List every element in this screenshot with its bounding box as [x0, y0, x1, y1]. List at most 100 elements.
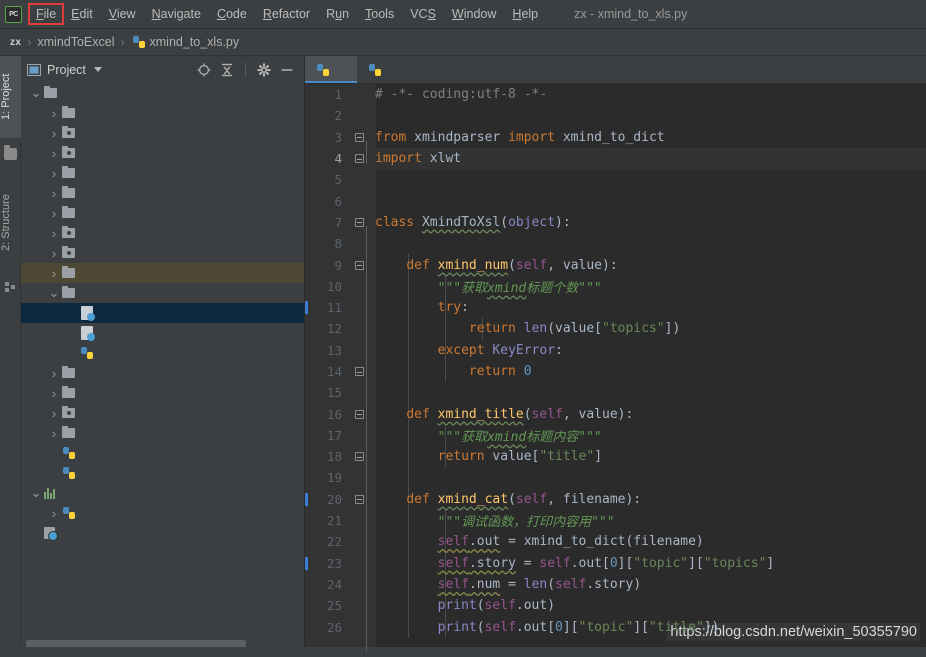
tree-expand-arrow[interactable]: › — [47, 126, 61, 141]
settings-gear-icon[interactable] — [257, 63, 271, 77]
code-line[interactable]: 2 — [305, 105, 926, 126]
tree-row[interactable] — [21, 323, 304, 343]
tree-expand-arrow[interactable]: ⌄ — [29, 90, 43, 96]
code-line[interactable]: 4import xlwt — [305, 148, 926, 169]
editor-tab[interactable] — [357, 56, 409, 83]
code-line[interactable]: 12 return len(value["topics"]) — [305, 318, 926, 339]
fold-marker[interactable] — [350, 84, 368, 105]
fold-marker[interactable] — [350, 169, 368, 190]
code-line[interactable]: 18 return value["title"] — [305, 446, 926, 467]
tree-expand-arrow[interactable]: › — [47, 366, 61, 381]
menu-item-file[interactable]: File — [29, 4, 63, 24]
code-line[interactable]: 21 """调试函数，打印内容用""" — [305, 510, 926, 531]
code-line[interactable]: 8 — [305, 233, 926, 254]
tree-row[interactable]: › — [21, 263, 304, 283]
tree-row[interactable]: › — [21, 223, 304, 243]
tree-row[interactable]: › — [21, 103, 304, 123]
code-line[interactable]: 11 try: — [305, 297, 926, 318]
code-line[interactable]: 15 — [305, 382, 926, 403]
code-line[interactable]: 16 def xmind_title(self, value): — [305, 403, 926, 424]
line-number: 9 — [305, 258, 350, 273]
code-line[interactable]: 7class XmindToXsl(object): — [305, 212, 926, 233]
menu-item-refactor[interactable]: Refactor — [255, 5, 318, 23]
tree-expand-arrow[interactable]: › — [47, 106, 61, 121]
code-line[interactable]: 20 def xmind_cat(self, filename): — [305, 489, 926, 510]
breadcrumb-item-folder[interactable]: xmindToExcel — [37, 35, 114, 49]
tree-row[interactable]: ⌄ — [21, 83, 304, 103]
breadcrumb-item-file[interactable]: xmind_to_xls.py — [131, 34, 240, 50]
tree-expand-arrow[interactable]: › — [47, 506, 61, 521]
code-line[interactable]: 22 self.out = xmind_to_dict(filename) — [305, 531, 926, 552]
tree-expand-arrow[interactable]: › — [47, 266, 61, 281]
code-line[interactable]: 23 self.story = self.out[0]["topic"]["to… — [305, 553, 926, 574]
code-line[interactable]: 10 """获取xmind标题个数""" — [305, 276, 926, 297]
code-text: """获取xmind标题内容""" — [368, 426, 602, 445]
menu-item-run[interactable]: Run — [318, 5, 357, 23]
menu-item-window[interactable]: Window — [444, 5, 504, 23]
tree-expand-arrow[interactable]: ⌄ — [29, 490, 43, 496]
menu-item-edit[interactable]: Edit — [63, 5, 101, 23]
code-line[interactable]: 14 return 0 — [305, 361, 926, 382]
folder-icon — [4, 148, 17, 160]
editor-tab[interactable] — [305, 56, 357, 83]
tree-expand-arrow[interactable]: › — [47, 246, 61, 261]
code-line[interactable]: 3from xmindparser import xmind_to_dict — [305, 127, 926, 148]
code-line[interactable]: 13 except KeyError: — [305, 340, 926, 361]
chevron-down-icon[interactable] — [94, 67, 102, 72]
tree-row[interactable]: › — [21, 143, 304, 163]
menu-item-tools[interactable]: Tools — [357, 5, 402, 23]
tool-button-project[interactable]: 1: Project — [0, 56, 21, 138]
code-line[interactable]: 9 def xmind_num(self, value): — [305, 254, 926, 275]
breadcrumb-item-project[interactable]: zx — [10, 37, 21, 48]
menu-item-code[interactable]: Code — [209, 5, 255, 23]
tree-expand-arrow[interactable]: › — [47, 186, 61, 201]
tree-expand-arrow[interactable]: ⌄ — [47, 290, 61, 296]
tree-row[interactable]: › — [21, 163, 304, 183]
tree-row[interactable]: › — [21, 423, 304, 443]
menu-item-help[interactable]: Help — [504, 5, 546, 23]
tree-row[interactable]: › — [21, 123, 304, 143]
hide-minimize-icon[interactable] — [280, 63, 294, 77]
tree-row[interactable] — [21, 463, 304, 483]
code-line[interactable]: 5 — [305, 169, 926, 190]
tree-row[interactable] — [21, 443, 304, 463]
tree-expand-arrow[interactable]: › — [47, 426, 61, 441]
tree-row[interactable]: › — [21, 243, 304, 263]
project-tree[interactable]: ⌄ › › › › › › › › › ⌄ › › › › ⌄ › — [21, 83, 304, 657]
tree-row[interactable]: › — [21, 383, 304, 403]
code-line[interactable]: 25 print(self.out) — [305, 595, 926, 616]
tree-expand-arrow[interactable]: › — [47, 206, 61, 221]
menu-item-navigate[interactable]: Navigate — [144, 5, 209, 23]
tree-row[interactable]: › — [21, 403, 304, 423]
tool-button-structure[interactable]: 2: Structure — [0, 174, 21, 272]
menu-item-view[interactable]: View — [101, 5, 144, 23]
project-panel-title-group[interactable]: Project — [27, 63, 102, 77]
locate-target-icon[interactable] — [197, 63, 211, 77]
tree-row[interactable]: ⌄ — [21, 483, 304, 503]
code-line[interactable]: 19 — [305, 467, 926, 488]
tree-row[interactable]: ⌄ — [21, 283, 304, 303]
tree-expand-arrow[interactable]: › — [47, 146, 61, 161]
fold-marker[interactable] — [350, 105, 368, 126]
tree-row[interactable]: › — [21, 183, 304, 203]
tree-expand-arrow[interactable]: › — [47, 226, 61, 241]
menu-item-vcs[interactable]: VCS — [402, 5, 444, 23]
tree-row[interactable] — [21, 343, 304, 363]
tree-row[interactable]: › — [21, 363, 304, 383]
tree-row[interactable]: › — [21, 503, 304, 523]
source-folder-icon — [61, 125, 77, 141]
tree-row[interactable]: › — [21, 203, 304, 223]
tree-expand-arrow[interactable]: › — [47, 406, 61, 421]
code-line[interactable]: 24 self.num = len(self.story) — [305, 574, 926, 595]
breadcrumb[interactable]: zx › xmindToExcel › xmind_to_xls.py — [0, 29, 926, 56]
code-editor[interactable]: 1# -*- coding:utf-8 -*-2 3from xmindpars… — [305, 84, 926, 657]
tree-row[interactable] — [21, 303, 304, 323]
tree-expand-arrow[interactable]: › — [47, 166, 61, 181]
code-line[interactable]: 1# -*- coding:utf-8 -*- — [305, 84, 926, 105]
code-line[interactable]: 17 """获取xmind标题内容""" — [305, 425, 926, 446]
code-line[interactable]: 6 — [305, 190, 926, 211]
tree-expand-arrow[interactable]: › — [47, 386, 61, 401]
tree-row[interactable] — [21, 523, 304, 543]
collapse-all-icon[interactable] — [220, 63, 234, 77]
fold-marker[interactable] — [350, 190, 368, 211]
